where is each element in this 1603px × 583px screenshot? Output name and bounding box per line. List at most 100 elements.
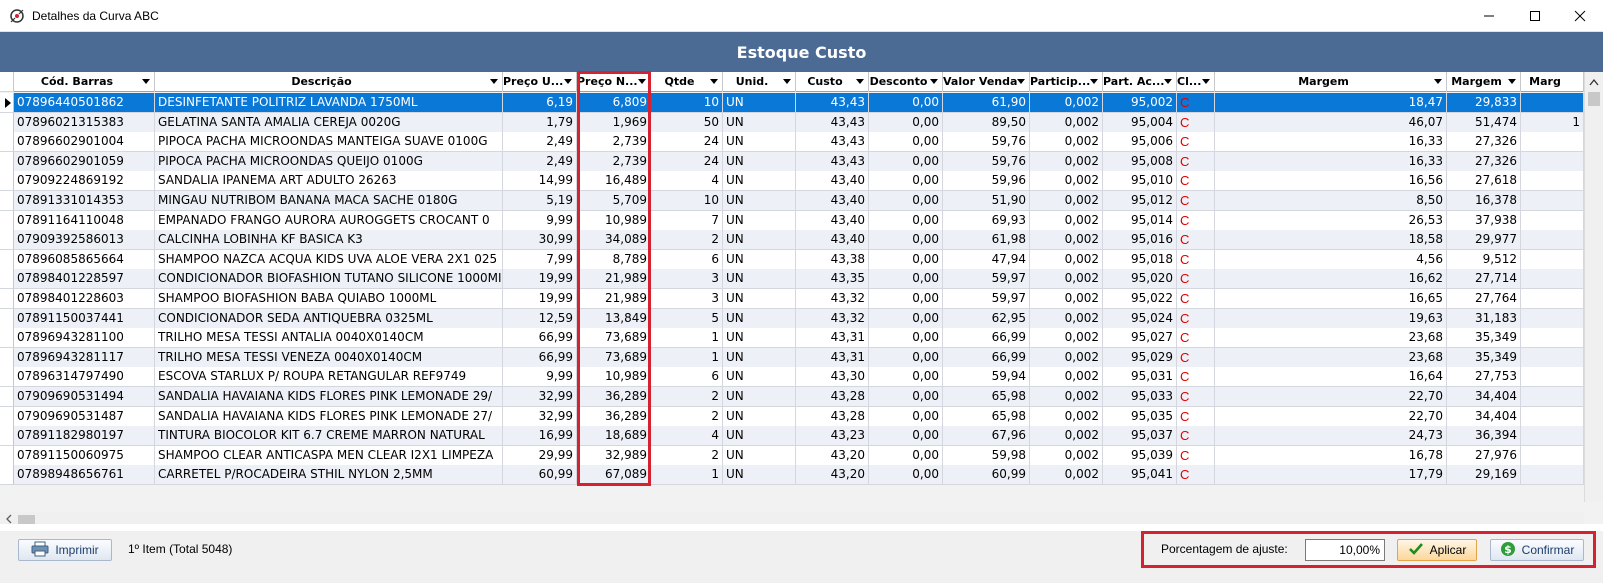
- table-cell[interactable]: 7,99: [503, 249, 577, 270]
- table-cell[interactable]: 0,002: [1030, 230, 1103, 251]
- table-cell[interactable]: 16,99: [503, 426, 577, 447]
- table-cell[interactable]: 1: [651, 328, 723, 349]
- table-cell[interactable]: CARRETEL P/ROCADEIRA STHIL NYLON 2,5MM: [155, 465, 503, 486]
- table-cell[interactable]: UN: [723, 210, 796, 231]
- horizontal-scrollbar[interactable]: [0, 512, 1584, 524]
- table-cell[interactable]: 32,99: [503, 387, 577, 407]
- table-cell[interactable]: 37,938: [1447, 210, 1521, 231]
- row-indicator[interactable]: [0, 191, 14, 211]
- table-cell[interactable]: 43,40: [796, 210, 869, 231]
- column-header-4[interactable]: Qtde: [651, 72, 723, 92]
- table-cell[interactable]: 23,68: [1215, 347, 1447, 368]
- table-cell[interactable]: 0,002: [1030, 347, 1103, 368]
- table-cell[interactable]: 21,989: [577, 289, 651, 309]
- table-cell[interactable]: UN: [723, 465, 796, 486]
- table-cell[interactable]: 29,833: [1447, 93, 1521, 113]
- table-row[interactable]: 07898401228597 CONDICIONADOR BIOFASHION T…: [0, 269, 1584, 290]
- table-cell[interactable]: 43,40: [796, 171, 869, 192]
- table-cell[interactable]: 16,62: [1215, 269, 1447, 290]
- table-cell[interactable]: 95,031: [1103, 367, 1177, 388]
- table-cell[interactable]: C: [1177, 112, 1215, 133]
- close-button[interactable]: [1557, 0, 1603, 32]
- table-cell[interactable]: 34,404: [1447, 387, 1521, 407]
- table-cell[interactable]: 7: [651, 210, 723, 231]
- table-cell[interactable]: 26,53: [1215, 210, 1447, 231]
- table-cell[interactable]: 0,00: [869, 132, 943, 153]
- table-cell[interactable]: 10,989: [577, 367, 651, 388]
- table-cell[interactable]: 43,43: [796, 93, 869, 113]
- maximize-button[interactable]: [1512, 0, 1558, 32]
- table-cell[interactable]: [1521, 387, 1584, 407]
- table-cell[interactable]: 29,169: [1447, 465, 1521, 486]
- row-indicator[interactable]: [0, 308, 14, 329]
- table-cell[interactable]: 66,99: [943, 347, 1030, 368]
- table-cell[interactable]: 19,63: [1215, 308, 1447, 329]
- table-row[interactable]: 07891150037441 CONDICIONADOR SEDA ANTIQUE…: [0, 308, 1584, 329]
- row-indicator[interactable]: [0, 132, 14, 153]
- table-cell[interactable]: 0,002: [1030, 406, 1103, 427]
- table-cell[interactable]: 10: [651, 191, 723, 211]
- table-row[interactable]: 07896021315383 GELATINA SANTA AMALIA CERE…: [0, 112, 1584, 133]
- table-row[interactable]: 07891331014353 MINGAU NUTRIBOM BANANA MAC…: [0, 191, 1584, 211]
- table-cell[interactable]: 0,00: [869, 465, 943, 486]
- table-cell[interactable]: SANDALIA HAVAIANA KIDS FLORES PINK LEMON…: [155, 387, 503, 407]
- table-cell[interactable]: 07909690531487: [14, 406, 155, 427]
- column-filter-dropdown-icon[interactable]: [1202, 79, 1210, 84]
- column-filter-dropdown-icon[interactable]: [930, 79, 938, 84]
- table-cell[interactable]: C: [1177, 328, 1215, 349]
- table-cell[interactable]: SANDALIA HAVAIANA KIDS FLORES PINK LEMON…: [155, 406, 503, 427]
- table-row[interactable]: 07909224869192 SANDALIA IPANEMA ART ADULT…: [0, 171, 1584, 192]
- row-indicator[interactable]: [0, 328, 14, 349]
- table-cell[interactable]: 51,90: [943, 191, 1030, 211]
- table-cell[interactable]: 0,00: [869, 93, 943, 113]
- table-cell[interactable]: 95,033: [1103, 387, 1177, 407]
- table-cell[interactable]: 6: [651, 367, 723, 388]
- table-cell[interactable]: UN: [723, 112, 796, 133]
- table-cell[interactable]: 8,50: [1215, 191, 1447, 211]
- column-filter-dropdown-icon[interactable]: [490, 79, 498, 84]
- table-cell[interactable]: 59,94: [943, 367, 1030, 388]
- table-cell[interactable]: 19,99: [503, 269, 577, 290]
- table-cell[interactable]: 43,35: [796, 269, 869, 290]
- table-cell[interactable]: 95,008: [1103, 151, 1177, 172]
- table-cell[interactable]: 73,689: [577, 347, 651, 368]
- table-cell[interactable]: 65,98: [943, 406, 1030, 427]
- table-cell[interactable]: 07909392586013: [14, 230, 155, 251]
- row-indicator[interactable]: [0, 347, 14, 368]
- column-filter-dropdown-icon[interactable]: [142, 79, 150, 84]
- table-cell[interactable]: 95,004: [1103, 112, 1177, 133]
- column-filter-dropdown-icon[interactable]: [564, 79, 572, 84]
- table-cell[interactable]: 0,00: [869, 230, 943, 251]
- table-cell[interactable]: SANDALIA IPANEMA ART ADULTO 26263: [155, 171, 503, 192]
- table-cell[interactable]: [1521, 406, 1584, 427]
- table-cell[interactable]: 18,47: [1215, 93, 1447, 113]
- table-cell[interactable]: 95,029: [1103, 347, 1177, 368]
- table-cell[interactable]: UN: [723, 132, 796, 153]
- table-cell[interactable]: C: [1177, 289, 1215, 309]
- table-cell[interactable]: 31,183: [1447, 308, 1521, 329]
- table-cell[interactable]: TINTURA BIOCOLOR KIT 6.7 CREME MARRON NA…: [155, 426, 503, 447]
- table-cell[interactable]: 95,037: [1103, 426, 1177, 447]
- table-row[interactable]: 07896602901004 PIPOCA PACHA MICROONDAS MA…: [0, 132, 1584, 153]
- row-indicator[interactable]: [0, 210, 14, 231]
- table-cell[interactable]: C: [1177, 426, 1215, 447]
- table-cell[interactable]: 1: [1521, 112, 1584, 133]
- table-row[interactable]: 07896943281117 TRILHO MESA TESSI VENEZA 0…: [0, 347, 1584, 368]
- row-indicator[interactable]: [0, 230, 14, 251]
- table-cell[interactable]: 9,99: [503, 367, 577, 388]
- table-cell[interactable]: 0,002: [1030, 132, 1103, 153]
- column-header-3[interactable]: Preço N...: [577, 72, 651, 92]
- table-cell[interactable]: 0,00: [869, 269, 943, 290]
- table-cell[interactable]: 43,32: [796, 308, 869, 329]
- table-cell[interactable]: 95,012: [1103, 191, 1177, 211]
- table-cell[interactable]: C: [1177, 308, 1215, 329]
- table-cell[interactable]: 95,018: [1103, 249, 1177, 270]
- table-cell[interactable]: UN: [723, 151, 796, 172]
- apply-button[interactable]: Aplicar: [1397, 539, 1477, 561]
- table-cell[interactable]: 16,64: [1215, 367, 1447, 388]
- table-cell[interactable]: 0,00: [869, 328, 943, 349]
- row-indicator[interactable]: [0, 465, 14, 486]
- column-header-5[interactable]: Unid.: [723, 72, 796, 92]
- table-cell[interactable]: 07896602901004: [14, 132, 155, 153]
- table-row[interactable]: 07909690531487 SANDALIA HAVAIANA KIDS FLO…: [0, 406, 1584, 427]
